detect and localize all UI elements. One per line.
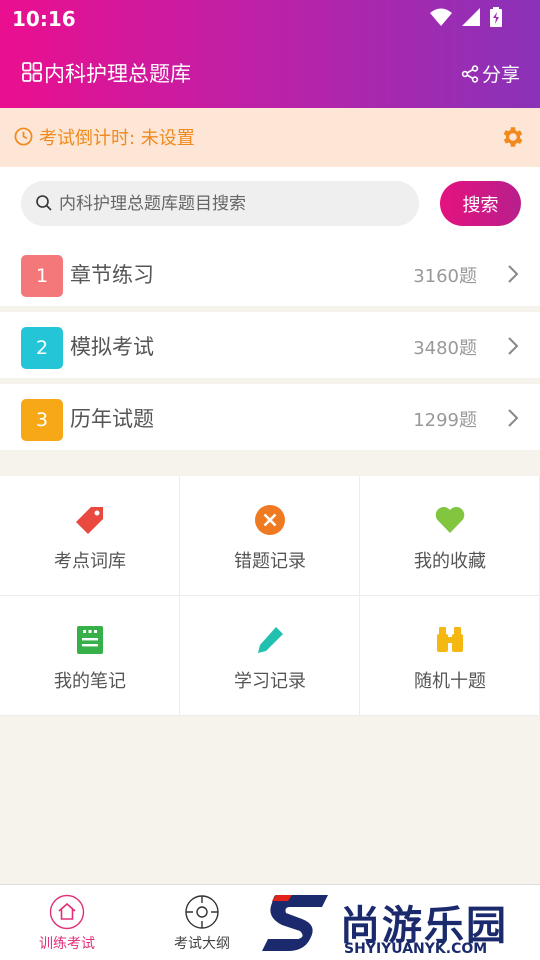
section-label: 章节练习 [70, 263, 154, 287]
tile-label: 考点词库 [54, 551, 126, 572]
tag-icon [76, 507, 103, 534]
section-number-badge: 1 [21, 255, 63, 297]
close-circle-icon [255, 505, 285, 535]
app-header: 10:16 内科护理总题库 分享 [0, 0, 540, 108]
section-label: 模拟考试 [70, 335, 154, 359]
nav-tab-training[interactable]: 训练考试 [7, 885, 127, 960]
exam-countdown-bar[interactable]: 考试倒计时: 未设置 [0, 108, 540, 167]
nav-label: 训练考试 [39, 936, 95, 952]
chevron-right-icon [508, 337, 519, 355]
grid-icon[interactable] [22, 62, 42, 82]
tile-label: 错题记录 [234, 551, 306, 572]
tile-wrong-questions[interactable]: 错题记录 [180, 476, 360, 596]
tile-label: 我的收藏 [414, 551, 486, 572]
signal-icon [462, 8, 480, 26]
home-icon [49, 894, 85, 930]
tile-random-ten[interactable]: 随机十题 [360, 596, 540, 716]
nav-label: 考试大纲 [174, 936, 230, 952]
tile-label: 学习记录 [234, 671, 306, 692]
tile-label: 随机十题 [414, 671, 486, 692]
section-number-badge: 2 [21, 327, 63, 369]
status-time: 10:16 [12, 7, 76, 31]
section-number-badge: 3 [21, 399, 63, 441]
section-count: 3160题 [413, 266, 477, 287]
section-count: 3480题 [413, 338, 477, 359]
gear-icon[interactable] [500, 124, 526, 150]
section-label: 历年试题 [70, 407, 154, 431]
tile-notes[interactable]: 我的笔记 [0, 596, 180, 716]
share-icon [461, 64, 479, 83]
search-box[interactable] [21, 181, 419, 226]
section-row-chapter-practice[interactable]: 1 章节练习 3160题 [0, 240, 540, 306]
search-area: 搜索 [0, 167, 540, 240]
title-bar: 内科护理总题库 分享 [0, 52, 540, 92]
status-bar: 10:16 [0, 0, 540, 36]
chevron-right-icon [508, 265, 519, 283]
countdown-text: 考试倒计时: 未设置 [39, 128, 195, 149]
tile-label: 我的笔记 [54, 671, 126, 692]
page-title: 内科护理总题库 [44, 62, 191, 86]
watermark-subtitle: SHYIYUANYK.COM [344, 941, 488, 957]
status-icons [430, 7, 502, 27]
logo-s-icon [262, 895, 328, 951]
watermark-logo: 尚游乐园 SHYIYUANYK.COM [262, 893, 540, 960]
clock-icon [14, 127, 33, 146]
section-count: 1299题 [413, 410, 477, 431]
search-input[interactable] [59, 181, 409, 226]
pencil-icon [258, 627, 283, 653]
search-button[interactable]: 搜索 [440, 181, 521, 226]
wifi-icon [430, 8, 452, 26]
tile-favorites[interactable]: 我的收藏 [360, 476, 540, 596]
nav-tab-syllabus[interactable]: 考试大纲 [142, 885, 262, 960]
search-icon [36, 195, 52, 211]
target-icon [185, 895, 219, 929]
chevron-right-icon [508, 409, 519, 427]
notebook-icon [77, 626, 103, 654]
tile-key-points[interactable]: 考点词库 [0, 476, 180, 596]
share-label: 分享 [481, 64, 520, 86]
tile-study-record[interactable]: 学习记录 [180, 596, 360, 716]
share-button[interactable]: 分享 [461, 60, 520, 87]
tool-grid: 考点词库 错题记录 我的收藏 我的笔记 学习记录 随机十题 [0, 476, 540, 716]
heart-icon [435, 506, 465, 533]
section-row-mock-exam[interactable]: 2 模拟考试 3480题 [0, 312, 540, 378]
battery-icon [490, 7, 502, 27]
section-row-past-papers[interactable]: 3 历年试题 1299题 [0, 384, 540, 450]
binoculars-icon [437, 627, 463, 652]
